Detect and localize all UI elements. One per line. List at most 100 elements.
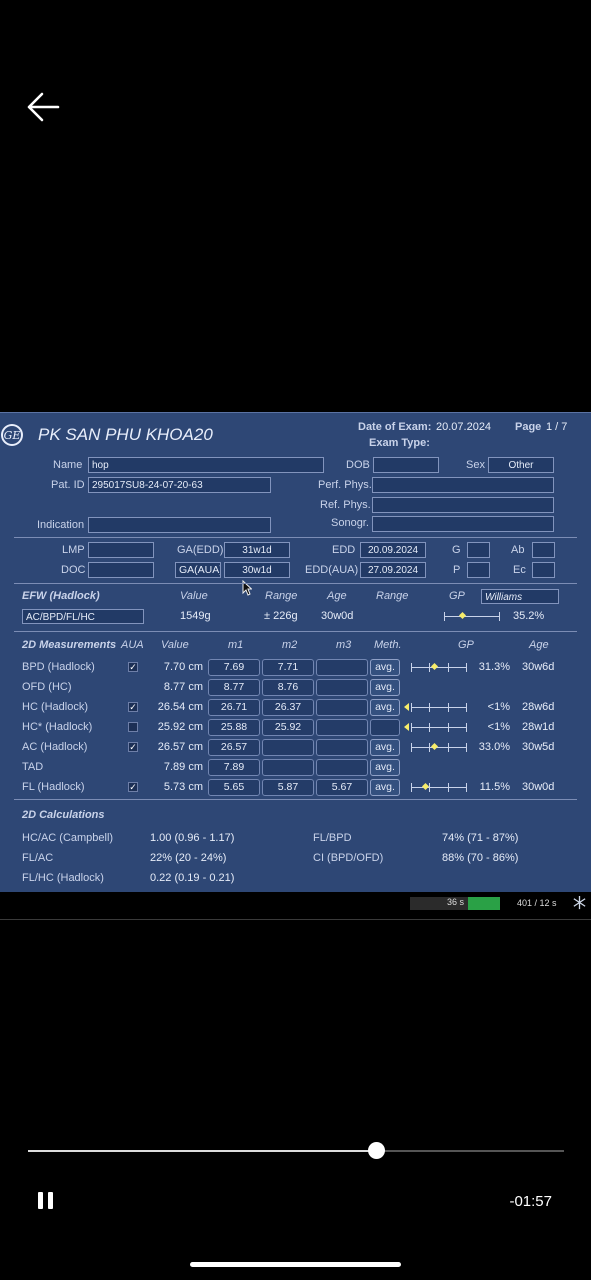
doc-field[interactable] — [88, 562, 154, 578]
aua-checkbox[interactable]: ✓ — [128, 742, 138, 752]
measurement-value: 25.92 cm — [157, 721, 203, 733]
gp-graph — [411, 782, 467, 792]
ab-field[interactable] — [532, 542, 555, 558]
home-indicator[interactable] — [190, 1262, 401, 1267]
m3-cell[interactable] — [316, 699, 368, 716]
aua-checkbox[interactable] — [128, 722, 138, 732]
g-label: G — [452, 544, 461, 556]
m3-cell[interactable] — [316, 659, 368, 676]
m2-cell[interactable]: 25.92 — [262, 719, 314, 736]
m1-cell[interactable]: 26.57 — [208, 739, 260, 756]
efw-age: 30w0d — [321, 610, 354, 622]
status-strip: 36 s 401 / 12 s — [0, 892, 591, 918]
ge-logo-icon: GE — [1, 424, 23, 446]
sonogr-label: Sonogr. — [331, 517, 369, 529]
gp-percent: 33.0% — [478, 741, 510, 753]
ga-edd-field[interactable]: 31w1d — [224, 542, 290, 558]
video-progress-bar[interactable] — [28, 1142, 564, 1159]
m1-cell[interactable]: 7.69 — [208, 659, 260, 676]
edd-field[interactable]: 20.09.2024 — [360, 542, 426, 558]
lmp-field[interactable] — [88, 542, 154, 558]
image-edge-line — [0, 919, 591, 920]
gestational-age: 28w6d — [522, 701, 555, 713]
indication-label: Indication — [37, 519, 85, 531]
gp-percent: <1% — [487, 721, 510, 733]
method-button[interactable]: avg. — [370, 739, 400, 756]
remaining-time: -01:57 — [509, 1193, 552, 1210]
sex-field[interactable]: Other — [488, 457, 554, 473]
measurement-name: OFD (HC) — [22, 681, 72, 693]
flac-value: 22% (20 - 24%) — [150, 852, 227, 864]
name-field[interactable]: hop — [88, 457, 324, 473]
gestational-age: 30w6d — [522, 661, 555, 673]
m1-cell[interactable]: 7.89 — [208, 759, 260, 776]
pause-icon[interactable] — [38, 1192, 56, 1210]
measurement-value: 7.70 cm — [163, 661, 203, 673]
m3-cell[interactable] — [316, 679, 368, 696]
indication-field[interactable] — [88, 517, 271, 533]
m1-cell[interactable]: 5.65 — [208, 779, 260, 796]
ci-label: CI (BPD/OFD) — [313, 852, 384, 864]
frame-counter: 401 / 12 s — [517, 898, 557, 908]
gp-graph — [411, 662, 467, 672]
m2-cell[interactable]: 26.37 — [262, 699, 314, 716]
aua-checkbox[interactable]: ✓ — [128, 782, 138, 792]
m3-cell[interactable] — [316, 719, 368, 736]
efw-title: EFW (Hadlock) — [22, 590, 100, 602]
dob-field[interactable] — [373, 457, 439, 473]
efw-formula-field[interactable]: AC/BPD/FL/HC — [22, 609, 144, 624]
m3-cell[interactable] — [316, 759, 368, 776]
m3-cell[interactable] — [316, 739, 368, 756]
flac-label: FL/AC — [22, 852, 54, 864]
sonogr-field[interactable] — [372, 516, 554, 532]
m2-cell[interactable] — [262, 759, 314, 776]
aua-checkbox[interactable]: ✓ — [128, 662, 138, 672]
video-scrubber-knob[interactable] — [368, 1142, 386, 1159]
measurement-value: 7.89 cm — [163, 761, 203, 773]
m3-cell[interactable]: 5.67 — [316, 779, 368, 796]
efw-range-header: Range — [265, 590, 298, 602]
perf-phys-field[interactable] — [372, 477, 554, 493]
method-button[interactable]: avg. — [370, 699, 400, 716]
flhc-label: FL/HC (Hadlock) — [22, 872, 104, 884]
ab-label: Ab — [511, 544, 525, 556]
m2-cell[interactable] — [262, 739, 314, 756]
clinic-name: PK SAN PHU KHOA20 — [38, 425, 213, 444]
efw-age-header: Age — [327, 590, 347, 602]
age-header: Age — [529, 639, 549, 651]
m2-cell[interactable]: 5.87 — [262, 779, 314, 796]
edd-aua-field[interactable]: 27.09.2024 — [360, 562, 426, 578]
m1-cell[interactable]: 26.71 — [208, 699, 260, 716]
method-button[interactable]: avg. — [370, 679, 400, 696]
gp-header: GP — [458, 639, 474, 651]
ultrasound-report-screen: GE PK SAN PHU KHOA20 Date of Exam: 20.07… — [0, 412, 591, 893]
dob-label: DOB — [346, 459, 370, 471]
value-header: Value — [161, 639, 189, 651]
m1-cell[interactable]: 25.88 — [208, 719, 260, 736]
method-button[interactable]: avg. — [370, 659, 400, 676]
method-button[interactable] — [370, 719, 400, 736]
ref-phys-field[interactable] — [372, 497, 554, 513]
name-label: Name — [53, 459, 83, 471]
m2-cell[interactable]: 7.71 — [262, 659, 314, 676]
sex-label: Sex — [466, 459, 485, 471]
g-field[interactable] — [467, 542, 490, 558]
gp-graph — [404, 703, 467, 712]
ec-label: Ec — [513, 564, 526, 576]
gp-method-field[interactable]: Williams — [481, 589, 559, 604]
measurement-name: TAD — [22, 761, 44, 773]
hcac-value: 1.00 (0.96 - 1.17) — [150, 832, 235, 844]
ga-aua-field[interactable]: 30w1d — [224, 562, 290, 578]
aua-checkbox[interactable]: ✓ — [128, 702, 138, 712]
back-arrow-icon[interactable] — [26, 92, 60, 122]
m3-header: m3 — [336, 639, 352, 651]
m1-cell[interactable]: 8.77 — [208, 679, 260, 696]
ec-field[interactable] — [532, 562, 555, 578]
method-button[interactable]: avg. — [370, 779, 400, 796]
snowflake-icon[interactable] — [572, 895, 587, 910]
p-field[interactable] — [467, 562, 490, 578]
method-button[interactable]: avg. — [370, 759, 400, 776]
m2-cell[interactable]: 8.76 — [262, 679, 314, 696]
pat-id-field[interactable]: 295017SU8-24-07-20-63 — [88, 477, 271, 493]
measurement-name: AC (Hadlock) — [22, 741, 88, 753]
